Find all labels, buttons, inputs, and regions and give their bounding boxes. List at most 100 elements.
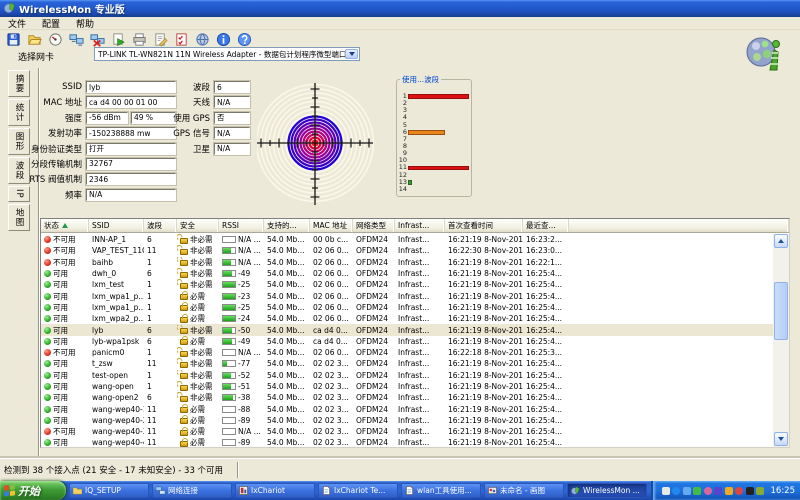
scroll-up-button[interactable] [774, 234, 788, 248]
table-row[interactable]: 可用lyb6非必需-5054.0 Mb...ca d4 0...OFDM24In… [41, 324, 773, 335]
tray-icon-1[interactable] [672, 487, 680, 495]
tray-icon-6[interactable] [725, 487, 733, 495]
task-button-1[interactable]: 网络连接 [152, 483, 232, 498]
satellites-field[interactable]: N/A [214, 143, 250, 155]
adapter-select[interactable]: TP-LINK TL-WN821N 11N Wireless Adapter -… [94, 47, 360, 61]
task-button-2[interactable]: IxChariot [235, 483, 315, 498]
network-disconnect-icon[interactable] [88, 30, 106, 48]
table-row[interactable]: 可用wang-wep40-211必需-8954.0 Mb...02 02 3..… [41, 415, 773, 426]
gauge-icon[interactable] [46, 30, 64, 48]
col-header-5[interactable]: 支持的... [264, 219, 310, 232]
table-row[interactable]: 不可用VAP_TEST_11G11非必需N/A ...54.0 Mb...02 … [41, 245, 773, 256]
col-header-1[interactable]: SSID [89, 219, 144, 232]
menu-item-0[interactable]: 文件 [0, 17, 34, 29]
table-row[interactable]: 可用wang-open26非必需-3854.0 Mb...02 02 3...O… [41, 392, 773, 403]
help-icon[interactable] [235, 30, 253, 48]
access-point-table: 状态SSID波段安全RSSI支持的...MAC 地址网络类型Infrast...… [40, 218, 790, 448]
channel-field[interactable]: 6 [214, 81, 250, 93]
tab-map[interactable]: 地图 [8, 204, 30, 231]
chevron-down-icon[interactable] [345, 49, 358, 59]
task-button-4[interactable]: wlan工具使用... [401, 483, 481, 498]
table-row[interactable]: 可用lxm_wpa1_p...1必需-2554.0 Mb...02 06 0..… [41, 302, 773, 313]
table-row[interactable]: 可用lxm_wpa2_p...1必需-2454.0 Mb...02 06 0..… [41, 313, 773, 324]
table-row[interactable]: 可用lyb-wpa1psk6必需-4954.0 Mb...ca d4 0...O… [41, 336, 773, 347]
tray-icon-0[interactable] [662, 487, 670, 495]
rssi-meter-icon [222, 247, 236, 254]
col-header-2[interactable]: 波段 [144, 219, 177, 232]
menubar: 文件配置帮助 [0, 17, 800, 30]
cell-last-seen: 16:25:4... [523, 326, 569, 335]
rssi-meter-icon [222, 259, 236, 266]
run-icon[interactable] [109, 30, 127, 48]
cell-ssid: wang-open [89, 382, 144, 391]
web-icon[interactable] [193, 30, 211, 48]
task-button-0[interactable]: IQ_SETUP [69, 483, 149, 498]
tray-icon-9[interactable] [756, 487, 764, 495]
open-icon[interactable] [25, 30, 43, 48]
use-gps-field[interactable]: 否 [214, 112, 250, 124]
lock-open-icon [180, 260, 188, 266]
table-row[interactable]: 不可用wang-wep40-311必需N/A ...54.0 Mb...02 0… [41, 426, 773, 437]
task-button-3[interactable]: IxChariot Te... [318, 483, 398, 498]
table-row[interactable]: 可用dwh_06非必需-4954.0 Mb...02 06 0...OFDM24… [41, 268, 773, 279]
col-header-7[interactable]: 网络类型 [353, 219, 395, 232]
tray-icon-7[interactable] [735, 487, 743, 495]
cell-infrastructure: Infrast... [395, 348, 445, 357]
table-row[interactable]: 可用wang-wep40-411必需-8954.0 Mb...02 02 3..… [41, 437, 773, 447]
table-row[interactable]: 可用lxm_test1非必需-2554.0 Mb...02 06 0...OFD… [41, 279, 773, 290]
scroll-down-button[interactable] [774, 432, 788, 446]
edit-log-icon[interactable] [151, 30, 169, 48]
window-titlebar[interactable]: WirelessMon 专业版 [0, 0, 800, 17]
col-header-11[interactable] [569, 219, 789, 232]
table-row[interactable]: 不可用INN-AP_16非必需N/A ...54.0 Mb...00 0b c.… [41, 234, 773, 245]
cell-mac: 00 0b c... [310, 235, 353, 244]
fragmentation-field[interactable]: 32767 [86, 158, 176, 170]
rts-threshold-field[interactable]: 2346 [86, 173, 176, 185]
network-icon[interactable] [67, 30, 85, 48]
cell-mac: 02 06 0... [310, 292, 353, 301]
scroll-thumb[interactable] [774, 282, 788, 340]
col-header-8[interactable]: Infrast... [395, 219, 445, 232]
col-header-4[interactable]: RSSI [219, 219, 264, 232]
tray-icon-5[interactable] [714, 487, 722, 495]
checklist-icon[interactable] [172, 30, 190, 48]
table-vscroll[interactable] [773, 234, 789, 447]
task-button-6[interactable]: WirelessMon ... [567, 483, 647, 498]
task-button-5[interactable]: 未命名 - 画图 [484, 483, 564, 498]
col-header-3[interactable]: 安全 [177, 219, 219, 232]
frequency-field[interactable]: N/A [86, 189, 176, 201]
table-row[interactable]: 可用test-open1非必需-5254.0 Mb...02 02 3...OF… [41, 370, 773, 381]
cell-ssid: test-open [89, 371, 144, 380]
strength-dbm-field[interactable]: -56 dBm [86, 112, 128, 124]
tray-icon-8[interactable] [746, 487, 754, 495]
table-row[interactable]: 可用wang-open1非必需-5154.0 Mb...02 02 3...OF… [41, 381, 773, 392]
table-row[interactable]: 不可用baihb1非必需N/A ...54.0 Mb...02 06 0...O… [41, 257, 773, 268]
save-icon[interactable] [4, 30, 22, 48]
table-row[interactable]: 可用lxm_wpa1_p...1必需-2354.0 Mb...02 06 0..… [41, 290, 773, 301]
col-header-6[interactable]: MAC 地址 [310, 219, 353, 232]
antenna-field[interactable]: N/A [214, 96, 250, 108]
print-icon[interactable] [130, 30, 148, 48]
cell-channel: 11 [144, 438, 177, 447]
col-header-0[interactable]: 状态 [41, 219, 89, 232]
tray-icon-2[interactable] [683, 487, 691, 495]
rssi-meter-icon [222, 360, 236, 367]
lock-open-icon [180, 328, 188, 334]
cell-first-seen: 16:21:19 8-Nov-2010 [445, 371, 523, 380]
tray-icon-4[interactable] [704, 487, 712, 495]
info-icon[interactable] [214, 30, 232, 48]
gps-signal-field[interactable]: N/A [214, 127, 250, 139]
menu-item-2[interactable]: 帮助 [68, 17, 102, 29]
menu-item-1[interactable]: 配置 [34, 17, 68, 29]
tray-icon-3[interactable] [693, 487, 701, 495]
col-header-10[interactable]: 最近查... [523, 219, 569, 232]
col-header-9[interactable]: 首次查看时间 [445, 219, 523, 232]
table-row[interactable]: 可用wang-wep40-111必需-8854.0 Mb...02 02 3..… [41, 403, 773, 414]
rssi-meter-icon [222, 315, 236, 322]
cell-last-seen: 16:25:4... [523, 427, 569, 436]
cell-infrastructure: Infrast... [395, 258, 445, 267]
table-row[interactable]: 不可用panicm01非必需N/A ...54.0 Mb...02 06 0..… [41, 347, 773, 358]
cell-first-seen: 16:21:19 8-Nov-2010 [445, 405, 523, 414]
table-row[interactable]: 可用t_zsw11非必需-7754.0 Mb...02 02 3...OFDM2… [41, 358, 773, 369]
start-button[interactable]: 开始 [0, 481, 66, 500]
